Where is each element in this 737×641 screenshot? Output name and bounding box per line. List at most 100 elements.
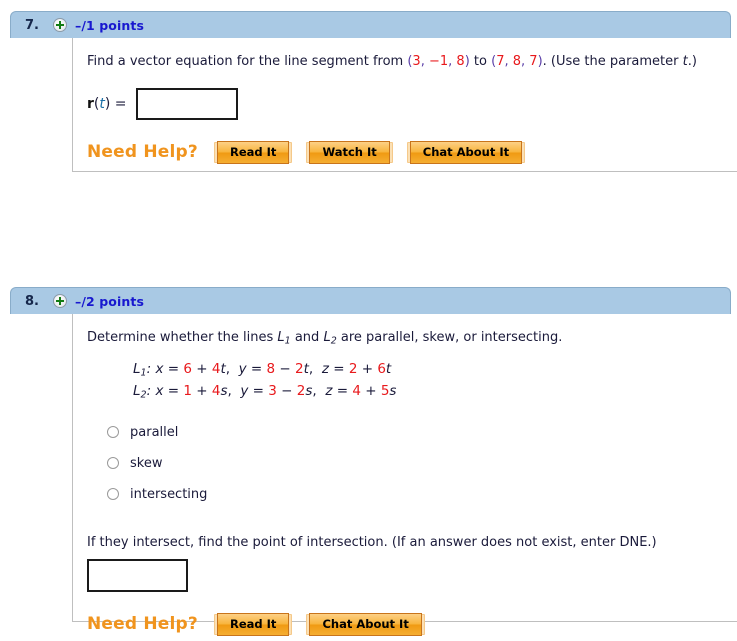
l1x-op: + [196,360,208,377]
l1x-var: x [155,360,164,377]
l2z-op: + [365,382,377,399]
read-it-button[interactable]: Read It [214,612,293,636]
l1z-coef: 6 [377,360,386,377]
l1y-var: y [238,360,247,377]
chat-about-it-button-label: Chat About It [309,612,422,636]
l2x-const: 1 [183,382,192,399]
line2-ref-sub: 2 [330,335,337,347]
question-points: –/1 points [75,17,144,33]
l2x-var: x [155,382,164,399]
paren-close: ) [104,95,111,112]
prompt-text-part3: .) [687,54,697,69]
intersection-point-input[interactable] [87,558,188,592]
line1-colon: : [146,360,152,377]
prompt8-part2: are parallel, skew, or intersecting. [340,330,563,345]
question-header-7: 7. –/1 points [10,11,731,38]
parametric-lines: L1: x = 6 + 4t, y = 8 − 2t, z = 2 + 6t L… [133,359,737,403]
l1x-const: 6 [183,360,192,377]
read-it-button[interactable]: Read It [214,140,293,164]
vector-r: r [87,95,94,112]
line2-eq-z: z = 4 + 5s [325,383,396,399]
line-equation-2: L2: x = 1 + 4s, y = 3 − 2s, z = 4 + 5s [133,381,737,403]
option-skew[interactable]: skew [107,448,737,479]
equals-sign: = [114,95,127,112]
chat-about-it-button[interactable]: Chat About It [306,612,425,636]
l1y-op: − [279,360,291,377]
plus-circle-icon[interactable] [53,294,67,308]
question-prompt-8: Determine whether the lines L1 and L2 ar… [87,328,737,349]
line1-ref-sub: 1 [284,335,291,347]
l1y-param: t [303,360,309,377]
option-parallel-label: parallel [130,424,179,440]
answer-options: parallel skew intersecting [107,417,737,510]
read-it-button-label: Read It [217,140,290,164]
question-header-8: 8. –/2 points [10,287,731,314]
chat-about-it-button[interactable]: Chat About It [406,140,526,164]
l1y-eq: = [250,360,263,377]
question-body-7: Find a vector equation for the line segm… [72,38,737,172]
line1-label-name: L [133,360,141,377]
line2-ref: L2 [323,330,337,347]
l1x-param: t [220,360,226,377]
l2y-param: s [305,382,313,399]
need-help-label: Need Help? [87,142,198,162]
point-a-sep1: , [420,54,429,69]
prompt8-part1: Determine whether the lines [87,330,274,345]
l1y-const: 8 [266,360,276,377]
l1z-eq: = [333,360,345,377]
prompt-connector: to [473,54,487,69]
radio-button-intersecting[interactable] [107,488,119,501]
line2-ref-name: L [323,330,331,345]
l2z-var: z [325,382,333,399]
l1z-param: t [385,360,392,377]
read-it-button-label: Read It [217,612,290,636]
question-spacer [0,172,737,287]
answer-row-7: r(t) = [87,87,737,120]
line1-eq-x: x = 6 + 4t, [155,360,231,377]
l1x-eq: = [167,360,180,377]
option-intersecting[interactable]: intersecting [107,479,737,510]
question-block-8: 8. –/2 points Determine whether the line… [0,287,737,636]
question-body-8: Determine whether the lines L1 and L2 ar… [72,314,737,636]
line1-ref-name: L [277,330,285,345]
line2-label: L2: [133,383,151,401]
l2z-const: 4 [352,382,361,399]
top-spacer [0,0,737,11]
option-skew-label: skew [130,455,163,471]
l2y-var: y [240,382,249,399]
need-help-row-7: Need Help? Read It Watch It Chat About I… [87,140,737,164]
line2-eq-x: x = 1 + 4s, [155,382,232,399]
followup-answer-row [87,558,737,592]
point-a-z: 8 [456,54,465,69]
vector-equation-input[interactable] [135,87,238,120]
line1-label: L1: [133,360,152,379]
point-b-sep1: , [504,54,513,69]
point-b: (7, 8, 7) [491,54,543,69]
point-a-y: −1 [428,54,449,69]
question-number: 8. [25,293,39,309]
point-b-y: 8 [512,54,522,69]
need-help-row-8: Need Help? Read It Chat About It [87,612,737,636]
radio-button-parallel[interactable] [107,426,119,439]
question-block-7: 7. –/1 points Find a vector equation for… [0,11,737,172]
radio-button-skew[interactable] [107,457,119,470]
watch-it-button[interactable]: Watch It [306,140,393,164]
line1-eq-z: z = 2 + 6t [322,361,391,377]
question-points: –/2 points [75,293,144,309]
l1y-coef: 2 [295,360,304,377]
question-prompt-7: Find a vector equation for the line segm… [87,52,737,72]
l2y-op: − [281,382,293,399]
plus-circle-icon[interactable] [53,18,67,32]
point-a-close: ) [464,54,470,69]
watch-it-button-label: Watch It [309,140,390,164]
line2-eq-y: y = 3 − 2s, [240,382,317,399]
l1z-var: z [321,360,329,377]
prompt-text-part1: Find a vector equation for the line segm… [87,54,404,69]
l2y-eq: = [252,382,264,399]
l2x-param: s [220,382,228,399]
option-parallel[interactable]: parallel [107,417,737,448]
answer-label-rt: r(t) = [87,96,127,112]
question-number: 7. [25,17,39,33]
l2z-param: s [389,382,397,399]
line1-ref: L1 [277,330,291,347]
